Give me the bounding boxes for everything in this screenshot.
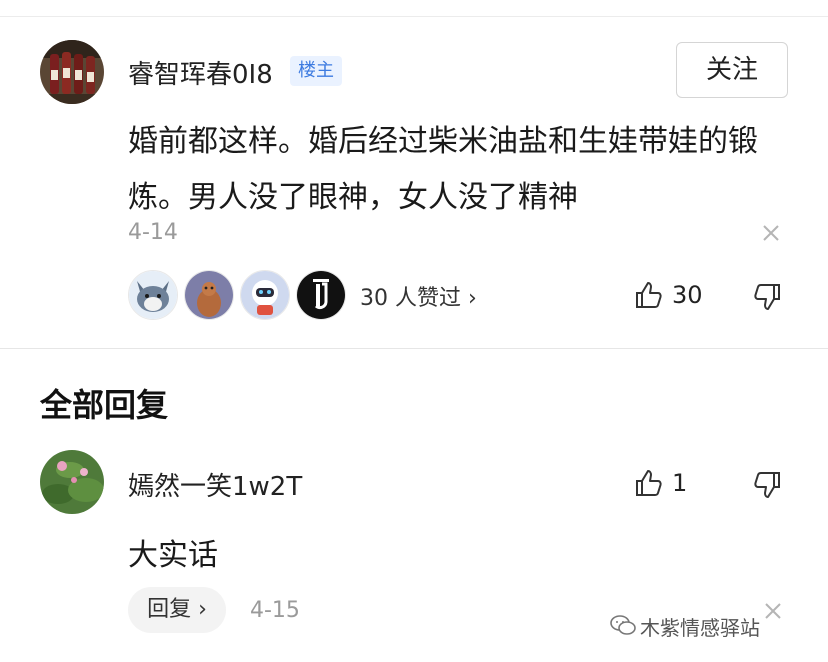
- reply-date: 4-15: [250, 598, 300, 623]
- reply-button[interactable]: 回复 ›: [128, 587, 226, 633]
- main-comment-avatar[interactable]: [40, 40, 104, 104]
- main-comment-like-count: 30: [672, 281, 703, 309]
- liked-by-link[interactable]: 30 人赞过 ›: [360, 280, 477, 312]
- liker-avatar[interactable]: [296, 270, 346, 320]
- watermark-text: 木紫情感驿站: [640, 616, 760, 640]
- thumb-up-icon[interactable]: [634, 280, 664, 310]
- follow-button[interactable]: 关注: [676, 42, 788, 98]
- top-divider: [0, 16, 828, 17]
- liker-avatar[interactable]: [240, 270, 290, 320]
- main-comment-text: 婚前都这样。婚后经过柴米油盐和生娃带娃的锻炼。男人没了眼神，女人没了精神: [128, 124, 758, 215]
- main-comment-username[interactable]: 睿智珲春0I8: [128, 54, 273, 91]
- thumb-down-icon[interactable]: [752, 470, 782, 500]
- reply-text: 大实话: [128, 538, 218, 573]
- op-badge: 楼主: [290, 56, 342, 86]
- thumb-down-icon[interactable]: [752, 282, 782, 312]
- wechat-icon: [610, 615, 636, 635]
- close-icon[interactable]: [762, 600, 784, 622]
- section-divider: [0, 348, 828, 349]
- liker-avatar[interactable]: [128, 270, 178, 320]
- reply-avatar[interactable]: [40, 450, 104, 514]
- main-comment-date: 4-14: [128, 220, 178, 245]
- reply-like-count: 1: [672, 469, 688, 497]
- reply-username[interactable]: 嫣然一笑1w2T: [128, 466, 302, 503]
- liker-avatar[interactable]: [184, 270, 234, 320]
- all-replies-heading: 全部回复: [40, 386, 169, 424]
- thumb-up-icon[interactable]: [634, 468, 664, 498]
- close-icon[interactable]: [760, 222, 782, 244]
